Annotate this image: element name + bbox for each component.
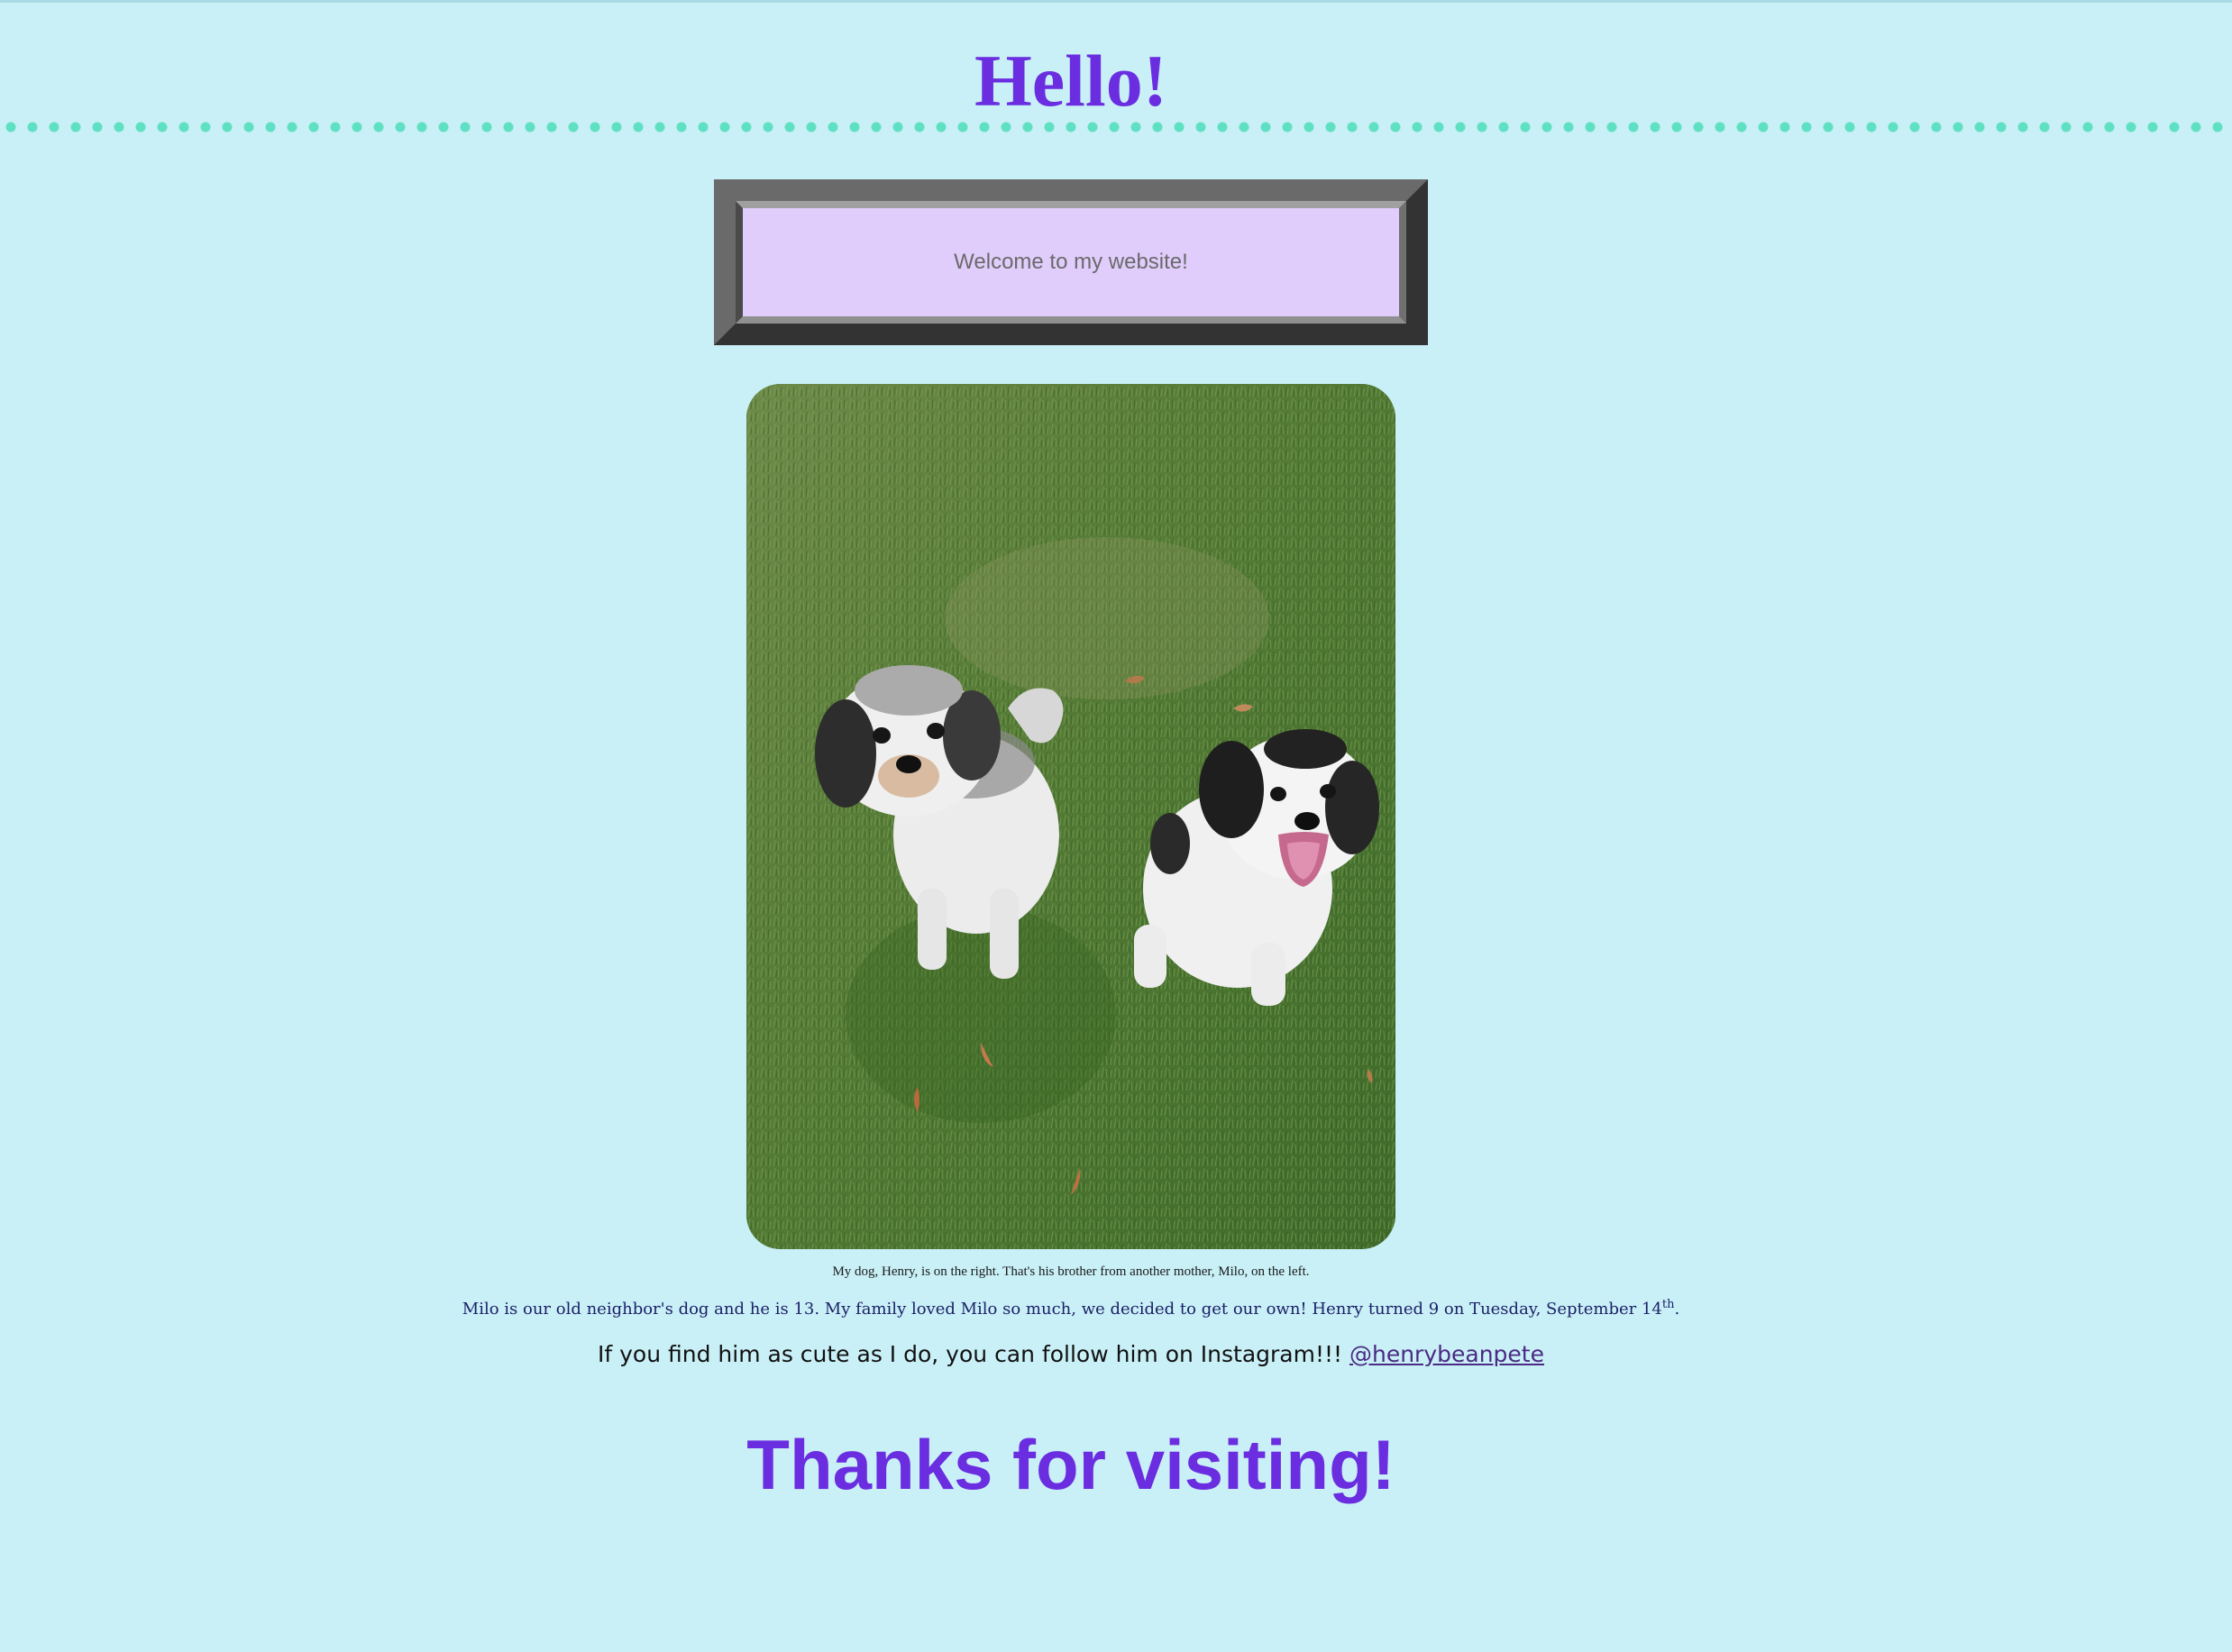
thanks-heading: Thanks for visiting!	[746, 1425, 1395, 1504]
photo-caption: My dog, Henry, is on the right. That's h…	[832, 1264, 1310, 1279]
instagram-link[interactable]: @henrybeanpete	[1349, 1341, 1544, 1367]
instagram-text: If you find him as cute as I do, you can…	[598, 1341, 1349, 1367]
story-end: .	[1674, 1300, 1680, 1319]
welcome-box: Welcome to my website!	[714, 179, 1428, 345]
story-paragraph: Milo is our old neighbor's dog and he is…	[0, 1298, 2142, 1319]
ordinal-suffix: th	[1661, 1298, 1675, 1311]
dotted-divider	[0, 120, 2232, 134]
page-title: Hello!	[974, 40, 1168, 122]
story-text: Milo is our old neighbor's dog and he is…	[462, 1300, 1662, 1319]
top-border	[0, 0, 2232, 3]
dog-photo	[746, 384, 1395, 1249]
welcome-text: Welcome to my website!	[954, 250, 1188, 274]
instagram-line: If you find him as cute as I do, you can…	[0, 1341, 2142, 1367]
dog-photo-image	[746, 384, 1395, 1249]
